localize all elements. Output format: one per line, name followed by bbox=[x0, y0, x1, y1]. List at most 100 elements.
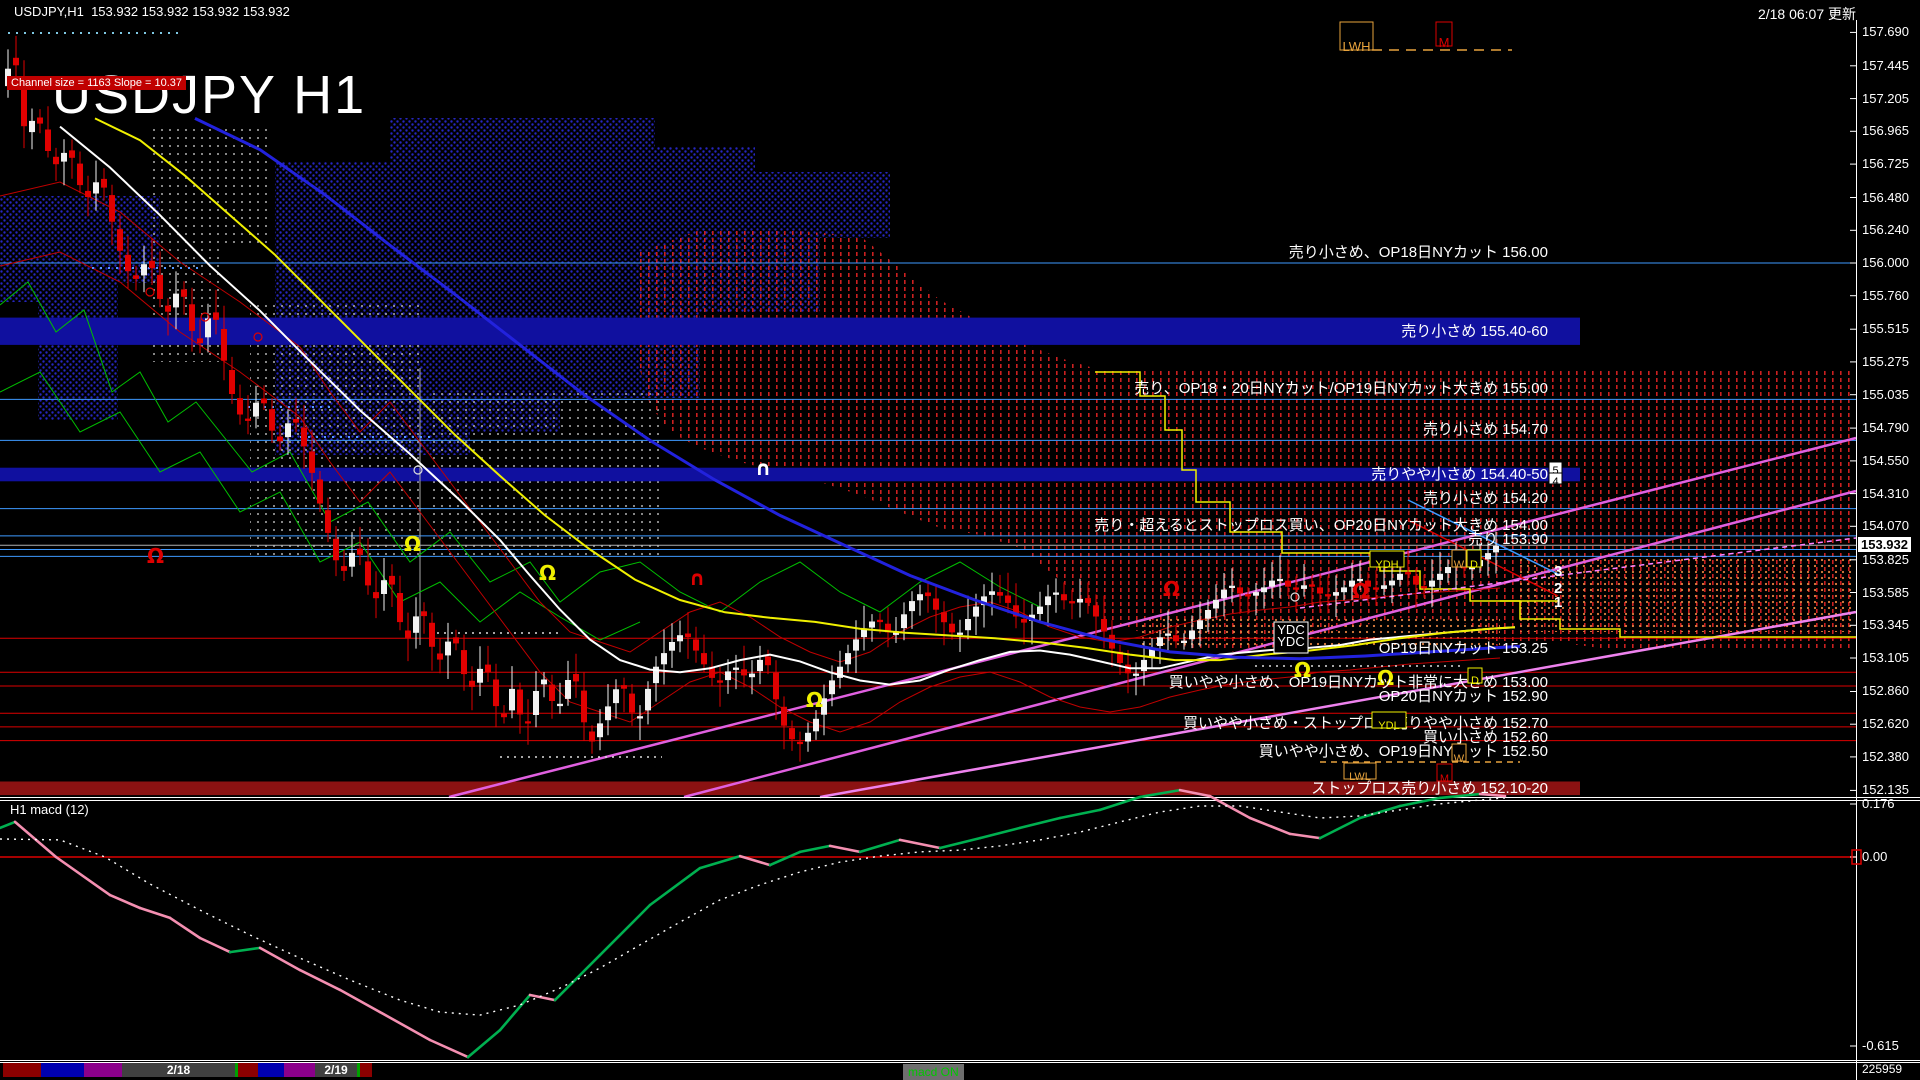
chart-canvas[interactable]: ΩΩΩΩ ΩΩΩ Ω∩∩売り小さめ、OP18日NYカット 156.00売り、OP18… bbox=[0, 0, 1920, 1080]
macd-main-line bbox=[54, 855, 112, 897]
macd-main-line bbox=[1318, 816, 1362, 840]
level-annotation: 売り、OP18・20日NYカット/OP19日NYカット大きめ 155.00 bbox=[1134, 380, 1548, 397]
price-tick-label: 157.205 bbox=[1862, 91, 1909, 106]
channel-info-label: Channel size = 1163 Slope = 10.37 bbox=[7, 76, 187, 90]
price-tick-label: 157.445 bbox=[1862, 58, 1909, 73]
price-tick-label: 153.585 bbox=[1862, 585, 1909, 600]
price-tick-label: 155.035 bbox=[1862, 387, 1909, 402]
update-timestamp: 2/18 06:07 更新 bbox=[1757, 6, 1856, 22]
session-segment bbox=[235, 1063, 238, 1077]
omega-mark: Ω bbox=[1352, 579, 1369, 603]
omega-mark: ∩ bbox=[689, 566, 705, 590]
marker-box-label: LWH bbox=[1343, 39, 1371, 54]
band-annotation: 売りやや小さめ 154.40-50 bbox=[1371, 466, 1548, 483]
omega-mark: Ω bbox=[1163, 577, 1180, 601]
band-annotation: 売り小さめ 155.40-60 bbox=[1401, 323, 1548, 340]
price-tick-label: 154.550 bbox=[1862, 453, 1909, 468]
level-annotation: 売り小さめ 154.70 bbox=[1423, 421, 1548, 438]
omega-mark: Ω bbox=[147, 544, 164, 568]
session-date-label: 2/19 bbox=[324, 1063, 348, 1077]
omega-mark: Ω bbox=[539, 561, 556, 585]
price-tick-label: 154.070 bbox=[1862, 518, 1909, 533]
macd-main-line bbox=[1208, 794, 1252, 820]
macd-main-line bbox=[1358, 804, 1402, 820]
session-segment bbox=[41, 1063, 84, 1077]
macd-main-line bbox=[466, 1028, 502, 1059]
level-annotation: 買いやや小さめ、OP19日NYカット 152.50 bbox=[1259, 743, 1548, 760]
pivot-number: 3 bbox=[1554, 563, 1562, 580]
marker-box-label: W bbox=[1454, 753, 1465, 765]
symbol-ohlc-title: USDJPY,H1 153.932 153.932 153.932 153.93… bbox=[14, 4, 290, 19]
price-tick-label: 153.345 bbox=[1862, 617, 1909, 632]
session-date-label: 2/18 bbox=[167, 1063, 191, 1077]
marker-box-label: M bbox=[1440, 773, 1449, 785]
price-tick-label: 152.135 bbox=[1862, 782, 1909, 797]
macd-main-line bbox=[1058, 808, 1102, 820]
price-tick-label: 156.480 bbox=[1862, 190, 1909, 205]
price-tick-label: 156.725 bbox=[1862, 156, 1909, 171]
price-tick-label: 157.690 bbox=[1862, 24, 1909, 39]
session-segment bbox=[238, 1063, 258, 1077]
current-price-badge: 153.932 bbox=[1858, 537, 1911, 552]
price-tick-label: 153.105 bbox=[1862, 650, 1909, 665]
macd-main-line bbox=[228, 946, 262, 954]
macd-main-line bbox=[0, 820, 17, 830]
pivot-number: 1 bbox=[1554, 594, 1562, 611]
tick-counter: 225959 bbox=[1862, 1062, 1903, 1076]
marker-box-label: LWL bbox=[1349, 771, 1371, 783]
macd-main-line bbox=[858, 838, 902, 854]
macd-main-line bbox=[1288, 832, 1322, 840]
marker-box-label: M bbox=[1439, 35, 1450, 50]
macd-main-line bbox=[798, 844, 832, 854]
price-tick-label: 155.760 bbox=[1862, 288, 1909, 303]
macd-tick-label: 0.176 bbox=[1862, 796, 1895, 811]
macd-on-toggle[interactable]: macd ON bbox=[903, 1064, 964, 1080]
level-annotation: OP20日NYカット 152.90 bbox=[1379, 688, 1548, 705]
mt4-chart-window: Ω Ω Ω Ω Ω Ω Ω Ω ∩ ∩ 売り小さめ、OP18日NYカット 156.00 売り、OP18… bbox=[0, 0, 1920, 1080]
price-tick-label: 156.965 bbox=[1862, 123, 1909, 138]
price-tick-label: 156.000 bbox=[1862, 255, 1909, 270]
macd-panel bbox=[0, 788, 1920, 1063]
macd-main-line bbox=[898, 838, 942, 850]
level-annotation: 売り小さめ、OP18日NYカット 156.00 bbox=[1289, 244, 1548, 261]
macd-main-line bbox=[198, 936, 232, 954]
price-tick-label: 152.380 bbox=[1862, 749, 1909, 764]
price-tick-label: 152.860 bbox=[1862, 683, 1909, 698]
omega-mark: Ω bbox=[806, 688, 823, 712]
macd-main-line bbox=[258, 946, 302, 972]
price-tick-label: 156.240 bbox=[1862, 222, 1909, 237]
price-tick-label: 155.515 bbox=[1862, 321, 1909, 336]
macd-main-line bbox=[378, 1010, 432, 1042]
macd-main-line bbox=[553, 953, 602, 1002]
marker-box-label: YDH bbox=[1375, 559, 1398, 571]
session-segment bbox=[3, 1063, 41, 1077]
session-bar[interactable]: 2/18 2/19 bbox=[3, 1063, 372, 1077]
macd-main-line bbox=[428, 1038, 470, 1059]
session-segment bbox=[84, 1063, 122, 1077]
session-segment bbox=[258, 1063, 284, 1077]
level-annotation: OP19日NYカット 153.25 bbox=[1379, 640, 1548, 657]
macd-indicator-label: H1 macd (12) bbox=[10, 802, 89, 817]
price-tick-label: 153.825 bbox=[1862, 552, 1909, 567]
level-annotation: 売り 153.90 bbox=[1468, 531, 1548, 548]
macd-main-line bbox=[338, 988, 382, 1014]
macd-tick-label: -0.615 bbox=[1862, 1038, 1899, 1053]
macd-tick-label: 0.00 bbox=[1862, 849, 1887, 864]
marker-box-label: D bbox=[1470, 559, 1478, 571]
band-annotation: ストップロス売り小さめ 152.10-20 bbox=[1311, 780, 1548, 797]
macd-main-line bbox=[828, 844, 862, 854]
macd-main-line bbox=[1018, 816, 1062, 830]
omega-mark: Ω bbox=[404, 532, 421, 556]
marker-box-label: YDC bbox=[1277, 634, 1304, 649]
price-tick-label: 154.790 bbox=[1862, 420, 1909, 435]
macd-main-line bbox=[168, 916, 202, 940]
price-tick-label: 155.275 bbox=[1862, 354, 1909, 369]
price-tick-label: 152.620 bbox=[1862, 716, 1909, 731]
macd-main-line bbox=[108, 893, 142, 910]
marker-box-label: D bbox=[1471, 675, 1479, 687]
ichimoku-clouds bbox=[0, 118, 1856, 652]
marker-box-label: YDL bbox=[1378, 720, 1399, 732]
macd-main-line bbox=[138, 906, 172, 920]
session-segment bbox=[284, 1063, 315, 1077]
level-annotation: 売り小さめ 154.20 bbox=[1423, 490, 1548, 507]
